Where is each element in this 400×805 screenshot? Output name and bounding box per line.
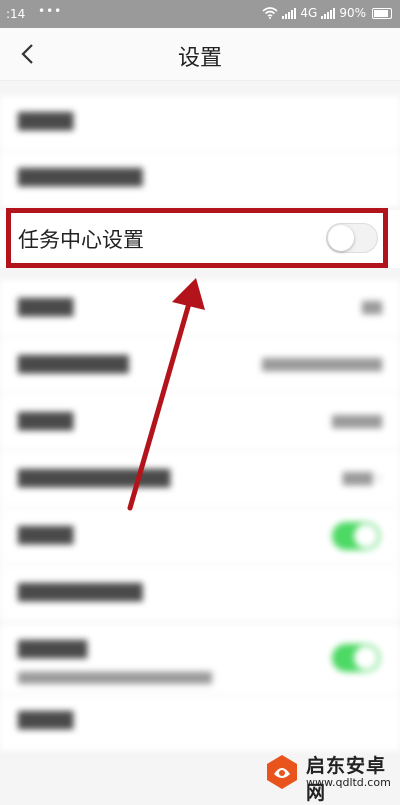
- network-type: 4G: [300, 6, 318, 20]
- task-center-toggle[interactable]: [326, 223, 378, 253]
- toggle-knob: [328, 225, 354, 251]
- signal-icon-2: [321, 7, 336, 19]
- settings-row-9[interactable]: ▇▇▇▇▇▇▇▇▇: [0, 565, 400, 622]
- task-center-settings-label: 任务中心设置: [18, 228, 144, 252]
- task-center-settings-row[interactable]: 任务中心设置: [0, 210, 400, 268]
- wifi-icon: [262, 7, 278, 19]
- settings-row-11[interactable]: ▇▇▇▇: [0, 695, 400, 752]
- settings-row-4[interactable]: ▇▇▇▇ ▇▇: [0, 280, 400, 337]
- settings-row-2[interactable]: ▇▇▇▇▇▇▇▇▇: [0, 151, 400, 208]
- status-bar: :14 ••• 4G 90%: [0, 0, 400, 28]
- signal-icon: [282, 7, 297, 19]
- watermark-logo-icon: [267, 755, 297, 789]
- battery-icon: [372, 7, 392, 19]
- watermark-url: www.qdltd.com: [306, 776, 391, 789]
- settings-row-8[interactable]: ▇▇▇▇: [0, 508, 400, 565]
- settings-row-5[interactable]: ▇▇▇▇▇▇▇▇ ▇▇▇▇▇▇▇▇▇▇▇▇: [0, 337, 400, 394]
- notification-dots-icon: •••: [38, 4, 63, 18]
- settings-row-1[interactable]: ▇▇▇▇: [0, 96, 400, 151]
- site-watermark: 启东安卓网 www.qdltd.com: [262, 750, 394, 804]
- settings-row-7[interactable]: ▇▇▇▇▇▇▇▇▇▇▇ ▇▇▇ ›: [0, 451, 400, 508]
- battery-percent: 90%: [339, 6, 366, 20]
- toggle-switch-on[interactable]: [332, 522, 380, 550]
- status-icons: 4G 90%: [262, 6, 392, 20]
- toggle-switch-on-2[interactable]: [332, 644, 380, 672]
- page-title: 设置: [177, 46, 222, 71]
- status-time: :14: [6, 7, 26, 21]
- settings-row-6[interactable]: ▇▇▇▇ ▇▇▇▇▇: [0, 394, 400, 451]
- title-bar: 设置: [0, 28, 400, 81]
- settings-row-10[interactable]: ▇▇▇▇▇ ▇▇▇▇▇▇▇▇▇▇▇▇▇▇▇▇▇▇▇▇▇: [0, 624, 400, 695]
